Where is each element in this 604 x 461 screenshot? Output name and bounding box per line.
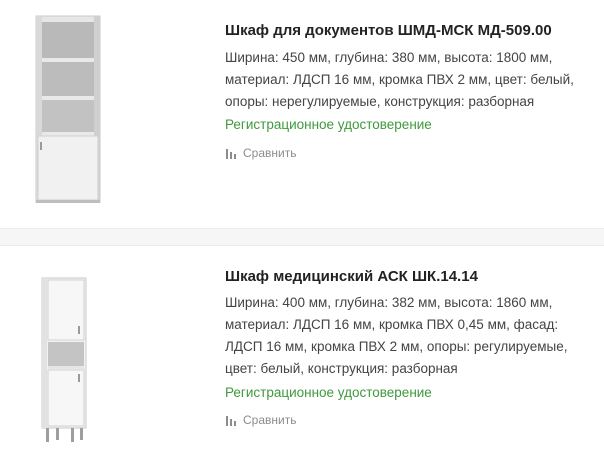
product-description: Ширина: 400 мм, глубина: 382 мм, высота:… xyxy=(225,292,580,380)
bar-chart-icon xyxy=(226,416,236,426)
desc-line: материал: ЛДСП 16 мм, кромка ПВХ 2 мм, ц… xyxy=(225,72,574,87)
product-title[interactable]: Шкаф для документов ШМД-МСК МД-509.00 xyxy=(225,22,552,39)
product-title[interactable]: Шкаф медицинский АСК ШК.14.14 xyxy=(225,268,478,285)
compare-label: Сравнить xyxy=(243,413,297,427)
desc-line: цвет: белый, конструкция: разборная xyxy=(225,361,458,376)
product-image[interactable] xyxy=(30,12,108,207)
cabinet-open-shelves-icon xyxy=(35,15,101,203)
registration-link[interactable]: Регистрационное удостоверение xyxy=(225,385,432,400)
desc-line: опоры: нерегулируемые, конструкция: разб… xyxy=(225,94,535,109)
desc-line: материал: ЛДСП 16 мм, кромка ПВХ 0,45 мм… xyxy=(225,317,559,332)
bar-chart-icon xyxy=(226,149,236,159)
registration-link[interactable]: Регистрационное удостоверение xyxy=(225,117,432,132)
desc-line: ЛДСП 16 мм, кромка ПВХ 2 мм, опоры: регу… xyxy=(225,339,568,354)
medical-cabinet-icon xyxy=(41,277,87,442)
compare-button[interactable]: Сравнить xyxy=(225,413,296,427)
desc-line: Ширина: 450 мм, глубина: 380 мм, высота:… xyxy=(225,50,553,65)
compare-label: Сравнить xyxy=(243,146,297,160)
desc-line: Ширина: 400 мм, глубина: 382 мм, высота:… xyxy=(225,295,553,310)
product-card: Шкаф для документов ШМД-МСК МД-509.00 Ши… xyxy=(0,0,604,229)
card-separator xyxy=(0,229,604,245)
product-image[interactable] xyxy=(36,276,94,448)
product-description: Ширина: 450 мм, глубина: 380 мм, высота:… xyxy=(225,47,580,113)
compare-button[interactable]: Сравнить xyxy=(225,146,296,160)
